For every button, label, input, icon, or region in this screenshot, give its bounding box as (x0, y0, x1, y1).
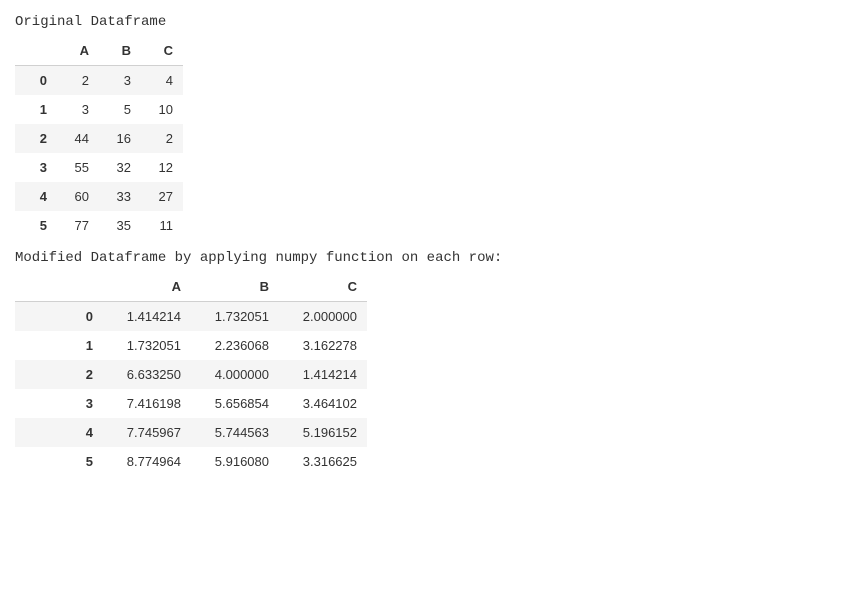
original-caption: Original Dataframe (15, 14, 826, 30)
cell-c: 1.414214 (279, 360, 367, 389)
cell-a: 2 (57, 66, 99, 96)
table-row: 5 77 35 11 (15, 211, 183, 240)
cell-c: 3.464102 (279, 389, 367, 418)
cell-a: 6.633250 (103, 360, 191, 389)
cell-b: 2.236068 (191, 331, 279, 360)
modified-dataframe: A B C 0 1.414214 1.732051 2.000000 1 1.7… (15, 272, 367, 476)
row-index: 2 (15, 124, 57, 153)
row-index: 4 (15, 182, 57, 211)
header-blank (15, 272, 103, 302)
cell-c: 10 (141, 95, 183, 124)
table-row: 5 8.774964 5.916080 3.316625 (15, 447, 367, 476)
table-header-row: A B C (15, 36, 183, 66)
cell-b: 1.732051 (191, 302, 279, 332)
cell-a: 77 (57, 211, 99, 240)
header-col-a: A (103, 272, 191, 302)
cell-b: 5.744563 (191, 418, 279, 447)
header-col-b: B (99, 36, 141, 66)
cell-b: 3 (99, 66, 141, 96)
cell-a: 60 (57, 182, 99, 211)
cell-b: 16 (99, 124, 141, 153)
table-row: 3 55 32 12 (15, 153, 183, 182)
header-col-c: C (279, 272, 367, 302)
cell-b: 5.916080 (191, 447, 279, 476)
table-row: 4 7.745967 5.744563 5.196152 (15, 418, 367, 447)
row-index: 3 (15, 389, 103, 418)
cell-a: 3 (57, 95, 99, 124)
original-dataframe: A B C 0 2 3 4 1 3 5 10 2 44 16 2 3 55 32… (15, 36, 183, 240)
header-col-c: C (141, 36, 183, 66)
cell-b: 32 (99, 153, 141, 182)
cell-c: 3.316625 (279, 447, 367, 476)
cell-c: 27 (141, 182, 183, 211)
row-index: 4 (15, 418, 103, 447)
cell-b: 4.000000 (191, 360, 279, 389)
cell-a: 55 (57, 153, 99, 182)
table-row: 2 6.633250 4.000000 1.414214 (15, 360, 367, 389)
table-row: 1 1.732051 2.236068 3.162278 (15, 331, 367, 360)
table-row: 4 60 33 27 (15, 182, 183, 211)
header-blank (15, 36, 57, 66)
cell-a: 1.732051 (103, 331, 191, 360)
cell-c: 11 (141, 211, 183, 240)
cell-a: 44 (57, 124, 99, 153)
cell-b: 35 (99, 211, 141, 240)
table-row: 3 7.416198 5.656854 3.464102 (15, 389, 367, 418)
cell-c: 4 (141, 66, 183, 96)
cell-b: 33 (99, 182, 141, 211)
cell-c: 2 (141, 124, 183, 153)
row-index: 1 (15, 331, 103, 360)
cell-c: 12 (141, 153, 183, 182)
cell-a: 7.745967 (103, 418, 191, 447)
modified-caption: Modified Dataframe by applying numpy fun… (15, 250, 826, 266)
table-row: 1 3 5 10 (15, 95, 183, 124)
row-index: 2 (15, 360, 103, 389)
row-index: 3 (15, 153, 57, 182)
row-index: 5 (15, 211, 57, 240)
row-index: 0 (15, 302, 103, 332)
cell-a: 8.774964 (103, 447, 191, 476)
cell-c: 5.196152 (279, 418, 367, 447)
row-index: 1 (15, 95, 57, 124)
header-col-a: A (57, 36, 99, 66)
table-row: 2 44 16 2 (15, 124, 183, 153)
cell-a: 7.416198 (103, 389, 191, 418)
cell-b: 5.656854 (191, 389, 279, 418)
row-index: 0 (15, 66, 57, 96)
table-row: 0 1.414214 1.732051 2.000000 (15, 302, 367, 332)
header-col-b: B (191, 272, 279, 302)
cell-b: 5 (99, 95, 141, 124)
cell-c: 3.162278 (279, 331, 367, 360)
cell-a: 1.414214 (103, 302, 191, 332)
table-row: 0 2 3 4 (15, 66, 183, 96)
cell-c: 2.000000 (279, 302, 367, 332)
row-index: 5 (15, 447, 103, 476)
table-header-row: A B C (15, 272, 367, 302)
